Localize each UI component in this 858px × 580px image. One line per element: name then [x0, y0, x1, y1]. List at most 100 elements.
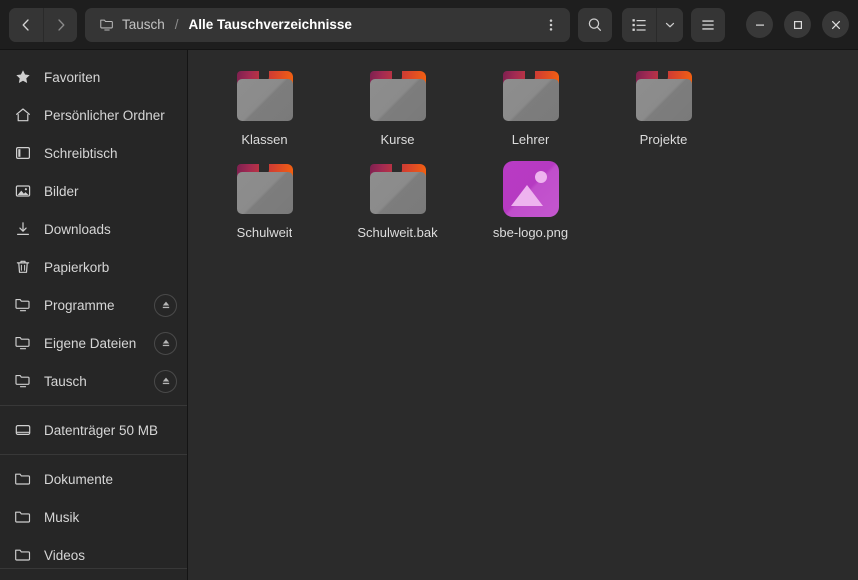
sidebar-item-favoriten[interactable]: Favoriten: [0, 58, 187, 96]
sidebar-item-label: Tausch: [44, 373, 87, 389]
close-button[interactable]: [822, 11, 849, 38]
sidebar-item-bilder[interactable]: Bilder: [0, 172, 187, 210]
sidebar-item-label: Musik: [44, 509, 80, 525]
network-folder-icon: [14, 334, 32, 352]
star-icon: [14, 68, 32, 86]
search-icon: [588, 17, 602, 31]
folder-icon: [499, 67, 563, 125]
sidebar-item-label: Videos: [44, 547, 86, 563]
sidebar-item-label: Papierkorb: [44, 259, 110, 275]
file-label: Kurse: [380, 132, 415, 147]
network-folder-icon: [100, 19, 113, 30]
navigation-button-group: [9, 7, 77, 42]
chevron-down-icon: [665, 22, 675, 27]
minimize-icon: [755, 24, 764, 26]
sidebar-item-papierkorb[interactable]: Papierkorb: [0, 248, 187, 286]
window-controls: [746, 11, 849, 38]
breadcrumb-root-label: Tausch: [122, 17, 165, 32]
view-list-button[interactable]: [622, 7, 656, 42]
sidebar-item-programme[interactable]: Programme: [0, 286, 187, 324]
eject-icon: [162, 377, 169, 385]
sidebar-divider: [0, 454, 187, 455]
home-icon: [14, 106, 32, 124]
folder-item[interactable]: Lehrer: [464, 64, 597, 157]
folder-item[interactable]: Kurse: [331, 64, 464, 157]
folder-item[interactable]: Schulweit: [198, 157, 331, 250]
breadcrumb: Tausch / Alle Tauschverzeichnisse: [85, 7, 570, 42]
folder-icon: [14, 508, 32, 526]
view-options-button[interactable]: [656, 7, 683, 42]
close-icon: [831, 20, 840, 29]
image-file-icon: [499, 160, 563, 218]
back-button[interactable]: [9, 7, 43, 42]
sidebar-item-schreibtisch[interactable]: Schreibtisch: [0, 134, 187, 172]
sidebar-item-musik[interactable]: Musik: [0, 498, 187, 536]
download-icon: [14, 220, 32, 238]
sidebar-item-label: Downloads: [44, 221, 111, 237]
file-label: Schulweit: [236, 225, 293, 240]
network-folder-icon: [14, 296, 32, 314]
eject-button[interactable]: [154, 293, 177, 317]
folder-icon: [366, 67, 430, 125]
folder-item[interactable]: Schulweit.bak: [331, 157, 464, 250]
file-item[interactable]: sbe-logo.png: [464, 157, 597, 250]
file-label: Projekte: [639, 132, 688, 147]
sidebar: Favoriten Persönlicher Ordner Schreibtisch…: [0, 50, 188, 580]
main-menu-button[interactable]: [691, 7, 725, 42]
file-label: Klassen: [241, 132, 288, 147]
sidebar-item-label: Programme: [44, 297, 115, 313]
list-view-icon: [632, 18, 646, 31]
breadcrumb-item-current[interactable]: Alle Tauschverzeichnisse: [186, 11, 355, 39]
sidebar-item-dokumente[interactable]: Dokumente: [0, 460, 187, 498]
header-bar: Tausch / Alle Tauschverzeichnisse: [0, 0, 858, 50]
sidebar-item-label: Favoriten: [44, 69, 101, 85]
sidebar-divider: [0, 405, 187, 406]
sidebar-item-eigene-dateien[interactable]: Eigene Dateien: [0, 324, 187, 362]
file-manager-window: Tausch / Alle Tauschverzeichnisse Favori…: [0, 0, 858, 580]
file-list-area[interactable]: Klassen Kurse Lehrer Projekte Schulweit Schul…: [188, 50, 858, 580]
folder-icon: [14, 546, 32, 564]
maximize-icon: [793, 20, 802, 29]
drive-icon: [14, 421, 32, 439]
sidebar-item-label: Schreibtisch: [44, 145, 118, 161]
folder-icon: [233, 67, 297, 125]
file-label: Schulweit.bak: [357, 225, 438, 240]
folder-icon: [233, 160, 297, 218]
eject-button[interactable]: [154, 369, 177, 393]
eject-button[interactable]: [154, 331, 177, 355]
forward-button[interactable]: [43, 7, 77, 42]
breadcrumb-item-root[interactable]: Tausch: [96, 11, 168, 39]
file-label: sbe-logo.png: [492, 225, 569, 240]
view-mode-group: [622, 7, 683, 42]
sidebar-item-pers-nlicher-ordner[interactable]: Persönlicher Ordner: [0, 96, 187, 134]
sidebar-item-datentr-ger-50-mb[interactable]: Datenträger 50 MB: [0, 411, 187, 449]
sidebar-item-label: Eigene Dateien: [44, 335, 137, 351]
breadcrumb-current-label: Alle Tauschverzeichnisse: [188, 17, 352, 32]
folder-icon: [14, 470, 32, 488]
sidebar-item-tausch[interactable]: Tausch: [0, 362, 187, 400]
network-folder-icon: [14, 372, 32, 390]
trash-icon: [14, 258, 32, 276]
sidebar-item-downloads[interactable]: Downloads: [0, 210, 187, 248]
eject-icon: [162, 339, 169, 347]
path-menu-button[interactable]: [536, 10, 566, 40]
folder-icon: [366, 160, 430, 218]
chevron-left-icon: [22, 18, 29, 31]
window-body: Favoriten Persönlicher Ordner Schreibtisch…: [0, 50, 858, 580]
chevron-right-icon: [57, 18, 64, 31]
image-icon: [14, 182, 32, 200]
sidebar-list: Favoriten Persönlicher Ordner Schreibtisch…: [0, 58, 187, 574]
folder-item[interactable]: Klassen: [198, 64, 331, 157]
minimize-button[interactable]: [746, 11, 773, 38]
maximize-button[interactable]: [784, 11, 811, 38]
folder-icon: [632, 67, 696, 125]
sidebar-item-label: Bilder: [44, 183, 79, 199]
sidebar-item-label: Datenträger 50 MB: [44, 422, 159, 438]
sidebar-item-label: Dokumente: [44, 471, 114, 487]
desktop-icon: [14, 144, 32, 162]
folder-item[interactable]: Projekte: [597, 64, 730, 157]
search-button[interactable]: [578, 7, 612, 42]
file-label: Lehrer: [511, 132, 550, 147]
sidebar-item-label: Persönlicher Ordner: [44, 107, 165, 123]
sidebar-bottom-divider: [0, 568, 187, 569]
